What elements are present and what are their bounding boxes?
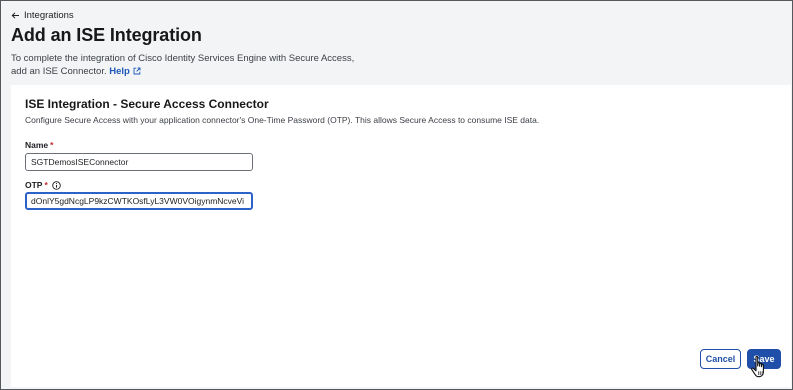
otp-label-text: OTP <box>25 180 43 190</box>
page-description: To complete the integration of Cisco Ide… <box>11 52 371 78</box>
arrow-left-icon <box>11 11 20 20</box>
page-title: Add an ISE Integration <box>11 25 202 45</box>
breadcrumb[interactable]: Integrations <box>11 9 431 22</box>
help-link[interactable]: Help <box>109 66 141 77</box>
required-mark: * <box>50 140 54 150</box>
page-description-text: To complete the integration of Cisco Ide… <box>11 53 355 77</box>
info-icon[interactable] <box>52 180 61 190</box>
required-mark: * <box>44 180 48 190</box>
card-description: Configure Secure Access with your applic… <box>25 115 540 125</box>
card-title: ISE Integration - Secure Access Connecto… <box>25 97 269 111</box>
otp-input[interactable] <box>25 192 253 210</box>
name-label: Name * <box>25 140 53 150</box>
name-input[interactable] <box>25 153 253 171</box>
cancel-button[interactable]: Cancel <box>700 349 741 369</box>
breadcrumb-link-integrations[interactable]: Integrations <box>24 10 74 21</box>
connector-card: ISE Integration - Secure Access Connecto… <box>11 85 791 387</box>
page-header: Integrations Add an ISE Integration To c… <box>11 9 431 78</box>
hand-pointer-cursor-icon <box>750 355 772 386</box>
name-label-text: Name <box>25 140 49 150</box>
help-link-label: Help <box>109 66 130 77</box>
otp-label: OTP * <box>25 180 61 190</box>
app-window: Integrations Add an ISE Integration To c… <box>0 0 793 390</box>
external-link-icon <box>130 66 141 77</box>
